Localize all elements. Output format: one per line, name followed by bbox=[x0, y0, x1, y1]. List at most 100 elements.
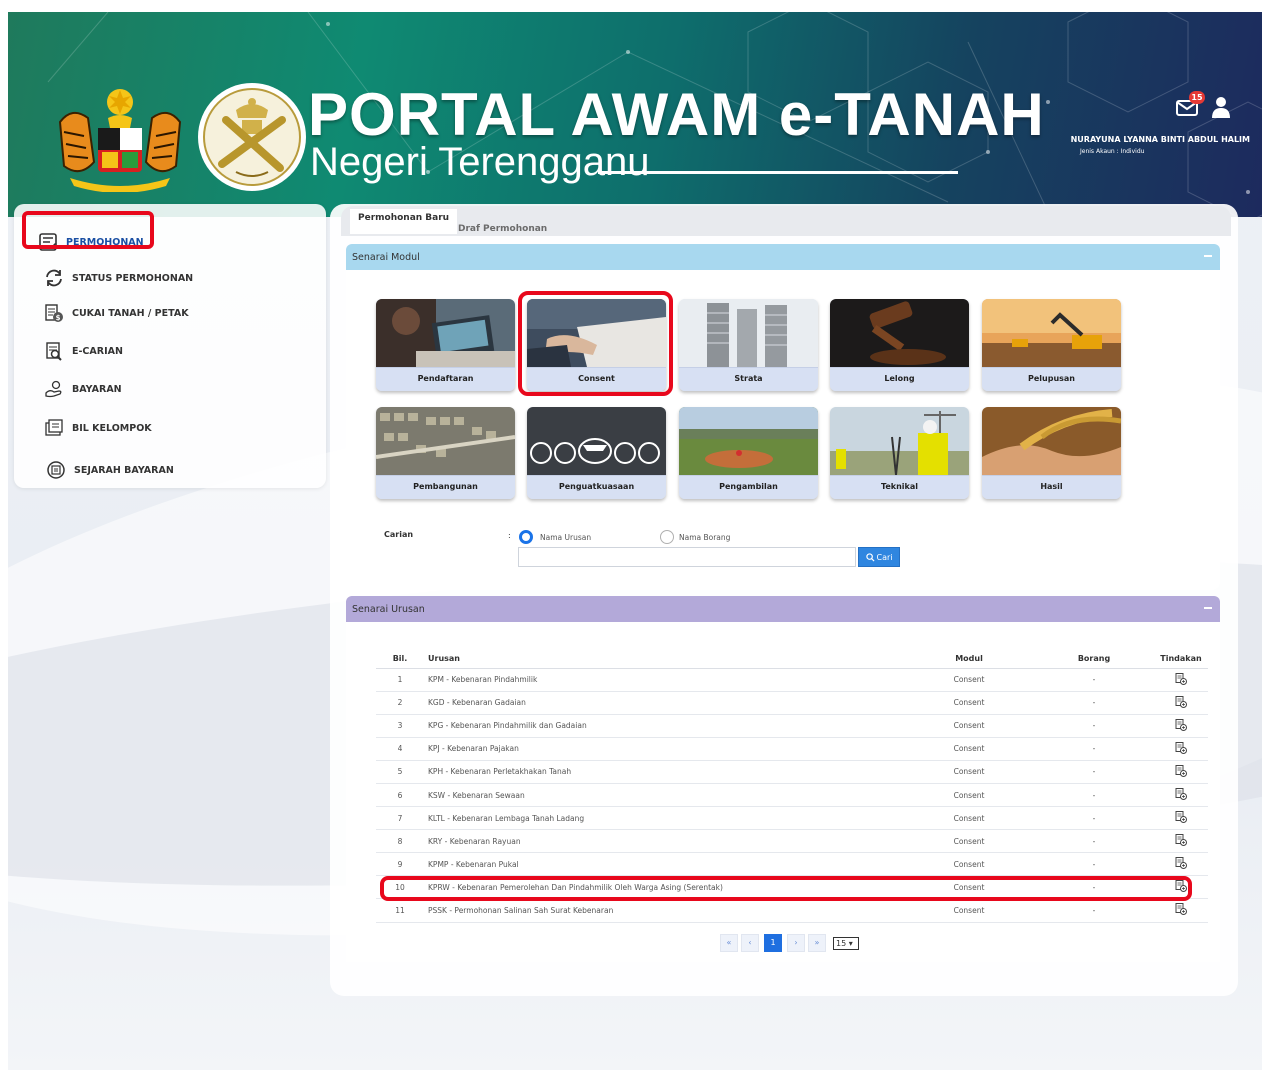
sidebar-item-bil-kelompok[interactable]: BIL KELOMPOK bbox=[44, 413, 152, 443]
cell-tindakan bbox=[1154, 714, 1208, 738]
search-label: Carian bbox=[384, 530, 414, 539]
apply-action-icon[interactable] bbox=[1175, 695, 1187, 708]
collapse-icon[interactable] bbox=[1204, 255, 1212, 257]
page-current[interactable]: 1 bbox=[764, 934, 782, 952]
pendaftaran-image bbox=[376, 299, 515, 367]
sidebar-item-bayaran[interactable]: BAYARAN bbox=[44, 374, 122, 404]
pengambilan-image bbox=[679, 407, 818, 475]
module-penguatkuasaan[interactable]: Penguatkuasaan bbox=[527, 407, 666, 499]
module-pembangunan[interactable]: Pembangunan bbox=[376, 407, 515, 499]
page-last-button[interactable]: » bbox=[808, 934, 826, 952]
module-hasil[interactable]: Hasil bbox=[982, 407, 1121, 499]
portal-title: PORTAL AWAM e-TANAH bbox=[308, 81, 1045, 148]
modul-panel-header[interactable]: Senarai Modul bbox=[346, 244, 1220, 270]
table-row: 9 KPMP - Kebenaran Pukal Consent - bbox=[376, 852, 1208, 877]
table-row: 8 KRY - Kebenaran Rayuan Consent - bbox=[376, 829, 1208, 854]
cell-borang: - bbox=[1034, 760, 1154, 784]
apply-action-icon[interactable] bbox=[1175, 788, 1187, 801]
radio-nama-borang[interactable] bbox=[660, 530, 674, 544]
cell-bil: 4 bbox=[376, 737, 424, 761]
urusan-panel-header[interactable]: Senarai Urusan bbox=[346, 596, 1220, 622]
per-page-select[interactable]: 15 ▾ bbox=[833, 937, 859, 950]
highlight-row-10 bbox=[380, 876, 1192, 901]
apply-action-icon[interactable] bbox=[1175, 903, 1187, 916]
modul-panel-title: Senarai Modul bbox=[352, 251, 420, 263]
history-icon bbox=[47, 461, 65, 479]
apply-action-icon[interactable] bbox=[1175, 741, 1187, 754]
batch-bill-icon bbox=[45, 419, 63, 436]
sidebar-item-label: STATUS PERMOHONAN bbox=[72, 272, 194, 284]
sidebar-item-status-permohonan[interactable]: STATUS PERMOHONAN bbox=[44, 263, 193, 293]
collapse-icon[interactable] bbox=[1204, 607, 1212, 609]
cell-tindakan bbox=[1154, 829, 1208, 854]
cell-urusan: KSW - Kebenaran Sewaan bbox=[424, 783, 904, 808]
module-label: Pembangunan bbox=[376, 475, 515, 499]
cell-bil: 6 bbox=[376, 783, 424, 808]
page-first-button[interactable]: « bbox=[720, 934, 738, 952]
chevron-down-icon: ▾ bbox=[846, 939, 853, 948]
cell-tindakan bbox=[1154, 783, 1208, 808]
page-prev-button[interactable]: ‹ bbox=[741, 934, 759, 952]
module-strata[interactable]: Strata bbox=[679, 299, 818, 391]
radio-nama-urusan[interactable] bbox=[519, 530, 533, 544]
title-underline bbox=[598, 171, 958, 174]
module-teknikal[interactable]: Teknikal bbox=[830, 407, 969, 499]
cell-tindakan bbox=[1154, 668, 1208, 692]
cari-button[interactable]: Cari bbox=[858, 547, 900, 567]
tab-permohonan-baru[interactable]: Permohonan Baru bbox=[350, 209, 458, 234]
cell-urusan: KPM - Kebenaran Pindahmilik bbox=[424, 668, 904, 692]
cell-bil: 9 bbox=[376, 852, 424, 877]
portal-subtitle: Negeri Terengganu bbox=[310, 140, 650, 184]
search-icon bbox=[865, 552, 875, 562]
cell-borang: - bbox=[1034, 737, 1154, 761]
module-label: Teknikal bbox=[830, 475, 969, 499]
highlight-consent bbox=[518, 291, 673, 396]
user-profile-icon[interactable] bbox=[1212, 96, 1230, 118]
cell-tindakan bbox=[1154, 806, 1208, 831]
apply-action-icon[interactable] bbox=[1175, 857, 1187, 870]
user-account-type: Jenis Akaun : Individu bbox=[1080, 148, 1145, 155]
cari-label: Cari bbox=[876, 552, 893, 562]
cell-modul: Consent bbox=[904, 852, 1034, 877]
cell-borang: - bbox=[1034, 691, 1154, 715]
module-lelong[interactable]: Lelong bbox=[830, 299, 969, 391]
tab-draf-permohonan[interactable]: Draf Permohonan bbox=[458, 224, 547, 244]
module-pelupusan[interactable]: Pelupusan bbox=[982, 299, 1121, 391]
cell-bil: 11 bbox=[376, 898, 424, 923]
tax-icon: $ bbox=[45, 304, 63, 322]
cell-urusan: KPH - Kebenaran Perletakhakan Tanah bbox=[424, 760, 904, 784]
strata-image bbox=[679, 299, 818, 367]
cell-modul: Consent bbox=[904, 806, 1034, 831]
cell-borang: - bbox=[1034, 783, 1154, 808]
cell-modul: Consent bbox=[904, 829, 1034, 854]
cell-urusan: KPG - Kebenaran Pindahmilik dan Gadaian bbox=[424, 714, 904, 738]
cell-borang: - bbox=[1034, 714, 1154, 738]
cell-tindakan bbox=[1154, 691, 1208, 715]
teknikal-image bbox=[830, 407, 969, 475]
module-label: Hasil bbox=[982, 475, 1121, 499]
per-page-value: 15 bbox=[836, 939, 847, 948]
sidebar-item-cukai-tanah[interactable]: $ CUKAI TANAH / PETAK bbox=[44, 298, 189, 328]
table-row: 2 KGD - Kebenaran Gadaian Consent - bbox=[376, 691, 1208, 715]
portal-header: PORTAL AWAM e-TANAH Negeri Terengganu 15… bbox=[8, 12, 1262, 217]
svg-text:$: $ bbox=[56, 314, 61, 322]
module-label: Strata bbox=[679, 367, 818, 391]
apply-action-icon[interactable] bbox=[1175, 718, 1187, 731]
search-input[interactable] bbox=[518, 547, 856, 567]
sidebar-item-sejarah-bayaran[interactable]: SEJARAH BAYARAN bbox=[46, 455, 174, 485]
module-pengambilan[interactable]: Pengambilan bbox=[679, 407, 818, 499]
apply-action-icon[interactable] bbox=[1175, 811, 1187, 824]
sidebar-item-e-carian[interactable]: E-CARIAN bbox=[44, 336, 123, 366]
cell-urusan: PSSK - Permohonan Salinan Sah Surat Kebe… bbox=[424, 898, 904, 923]
apply-action-icon[interactable] bbox=[1175, 764, 1187, 777]
apply-action-icon[interactable] bbox=[1175, 672, 1187, 685]
col-borang: Borang bbox=[1034, 650, 1154, 669]
hasil-image bbox=[982, 407, 1121, 475]
cell-borang: - bbox=[1034, 852, 1154, 877]
highlight-permohonan bbox=[22, 211, 154, 249]
page-next-button[interactable]: › bbox=[787, 934, 805, 952]
module-label: Lelong bbox=[830, 367, 969, 391]
table-row: 4 KPJ - Kebenaran Pajakan Consent - bbox=[376, 737, 1208, 761]
apply-action-icon[interactable] bbox=[1175, 834, 1187, 847]
module-pendaftaran[interactable]: Pendaftaran bbox=[376, 299, 515, 391]
